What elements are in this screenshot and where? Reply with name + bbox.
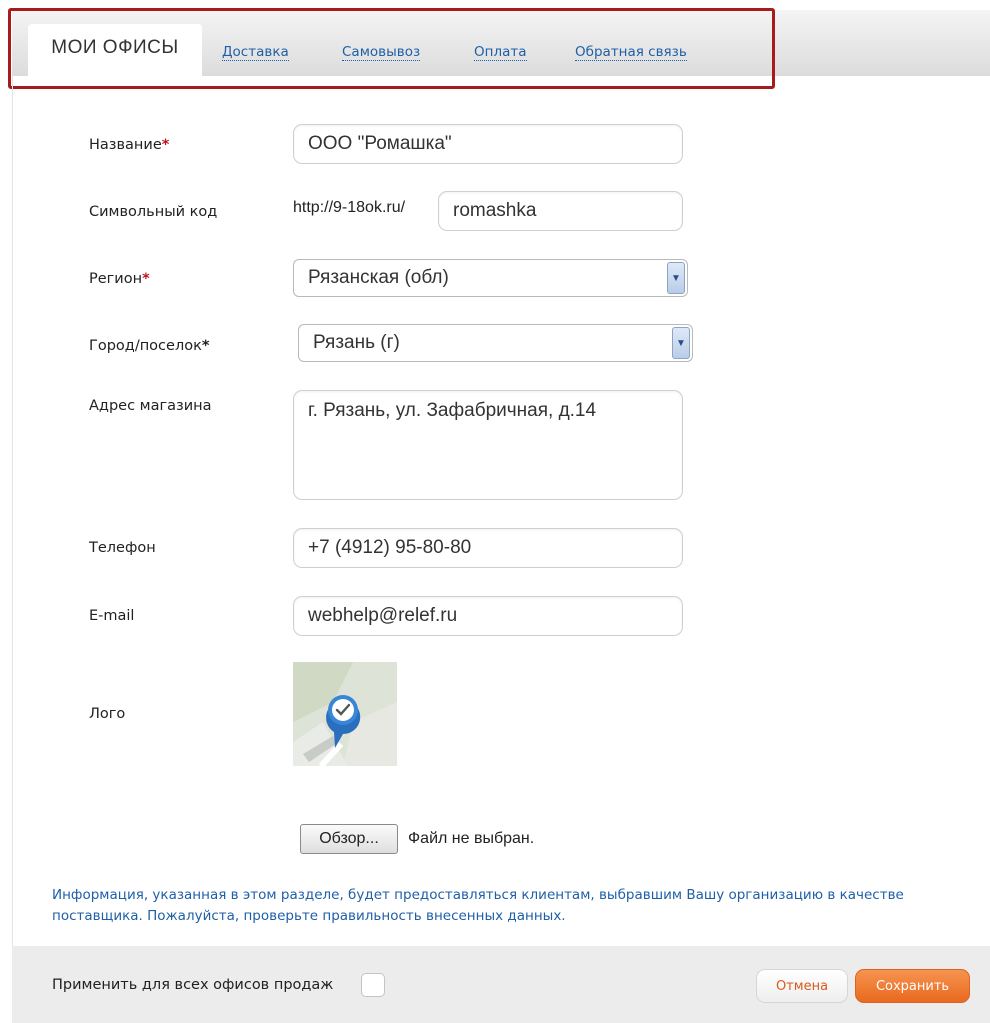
logo-image	[293, 662, 397, 766]
required-mark: *	[142, 271, 150, 287]
address-textarea[interactable]: г. Рязань, ул. Зафабричная, д.14	[293, 390, 683, 500]
region-select[interactable]: Рязанская (обл) ▼	[293, 259, 688, 297]
region-select-value: Рязанская (обл)	[308, 267, 449, 288]
city-select[interactable]: Рязань (г) ▼	[298, 324, 693, 362]
form-footer: Применить для всех офисов продаж Отмена …	[12, 946, 990, 1023]
address-label: Адрес магазина	[89, 398, 212, 414]
phone-label: Телефон	[89, 540, 156, 556]
tab-bar: МОИ ОФИСЫ Доставка Самовывоз Оплата Обра…	[12, 10, 990, 78]
required-mark: *	[201, 338, 210, 354]
file-status: Файл не выбран.	[408, 830, 535, 847]
city-label: Город/поселок*	[89, 338, 210, 354]
save-button[interactable]: Сохранить	[855, 969, 970, 1003]
chevron-down-icon[interactable]: ▼	[667, 262, 685, 294]
code-label: Символьный код	[89, 204, 218, 220]
region-label: Регион*	[89, 271, 150, 287]
apply-all-label: Применить для всех офисов продаж	[52, 977, 334, 993]
email-label: E-mail	[89, 608, 135, 624]
name-label: Название*	[89, 137, 170, 153]
tab-feedback[interactable]: Обратная связь	[575, 44, 687, 61]
apply-all-checkbox[interactable]	[361, 973, 385, 997]
tab-pickup[interactable]: Самовывоз	[342, 44, 421, 61]
logo-label: Лого	[89, 706, 126, 722]
email-input[interactable]: webhelp@relef.ru	[293, 596, 683, 636]
cancel-button[interactable]: Отмена	[756, 969, 848, 1003]
tab-delivery[interactable]: Доставка	[222, 44, 289, 61]
content-border	[12, 76, 13, 946]
tab-payment[interactable]: Оплата	[474, 44, 527, 61]
required-mark: *	[161, 137, 170, 153]
code-input[interactable]: romashka	[438, 191, 683, 231]
name-input[interactable]: ООО "Ромашка"	[293, 124, 683, 164]
info-text: Информация, указанная в этом разделе, бу…	[52, 887, 904, 924]
code-url-prefix: http://9-18ok.ru/	[293, 199, 406, 216]
chevron-down-icon[interactable]: ▼	[672, 327, 690, 359]
phone-input[interactable]: +7 (4912) 95-80-80	[293, 528, 683, 568]
location-pin-check-icon	[293, 662, 397, 766]
tab-my-offices[interactable]: МОИ ОФИСЫ	[28, 24, 202, 78]
city-select-value: Рязань (г)	[313, 332, 400, 353]
browse-button[interactable]: Обзор...	[300, 824, 398, 854]
